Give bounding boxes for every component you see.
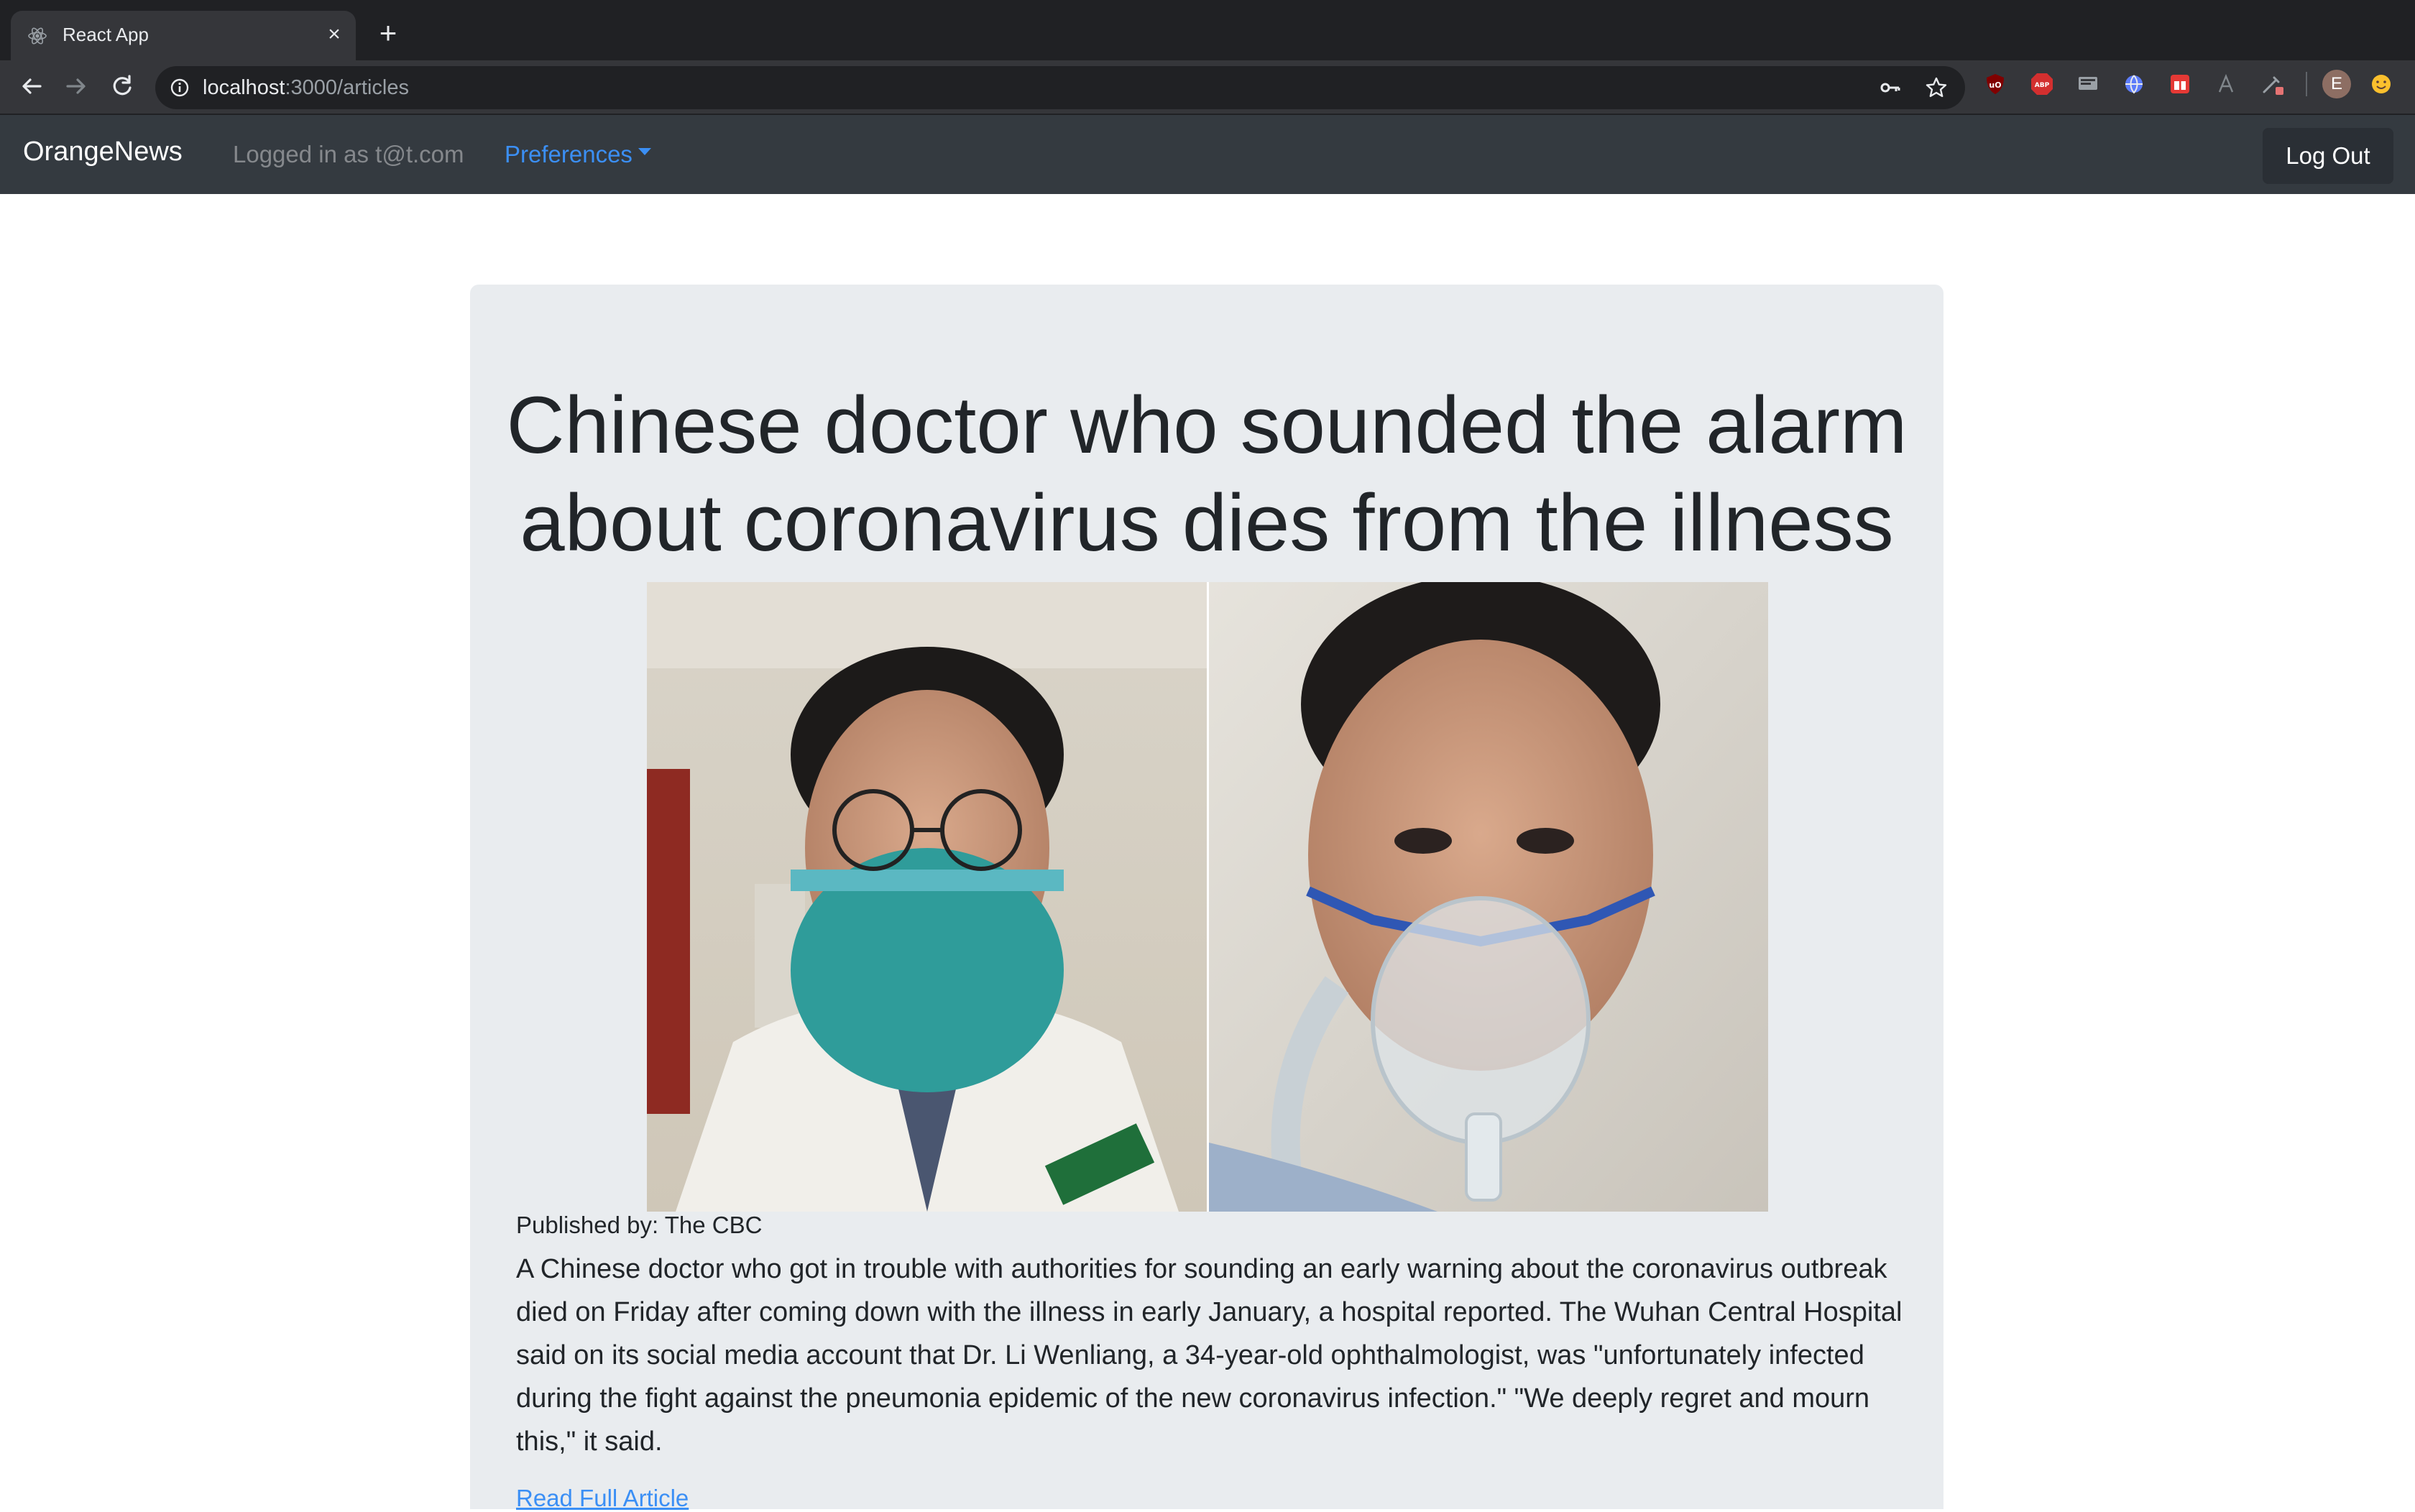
gift-extension-icon[interactable] xyxy=(2168,72,2192,96)
address-bar[interactable]: localhost:3000/articles xyxy=(155,66,1965,109)
logged-in-status: Logged in as t@t.com xyxy=(233,141,464,167)
browser-toolbar: localhost:3000/articles uO ABP E xyxy=(0,60,2415,115)
svg-text:ABP: ABP xyxy=(2035,82,2050,89)
url-path: :3000/articles xyxy=(285,76,409,99)
forward-arrow-icon[interactable] xyxy=(60,70,92,102)
translate-extension-icon[interactable] xyxy=(2214,72,2238,96)
logout-button[interactable]: Log Out xyxy=(2263,128,2393,184)
caret-down-icon xyxy=(638,148,651,156)
article-summary: A Chinese doctor who got in trouble with… xyxy=(516,1254,1903,1457)
back-arrow-icon[interactable] xyxy=(16,70,47,102)
article-card: Chinese doctor who sounded the alarm abo… xyxy=(470,285,1944,1512)
brand-logo[interactable]: OrangeNews xyxy=(23,137,183,167)
tab-close-icon[interactable]: × xyxy=(321,22,347,47)
article-publisher: Published by: The CBC xyxy=(516,1212,763,1238)
ublock-extension-icon[interactable]: uO xyxy=(1983,72,2007,96)
browser-tab-strip: React App × + xyxy=(0,0,2415,60)
article-photo xyxy=(647,582,1768,1212)
key-icon[interactable] xyxy=(1879,76,1902,99)
read-full-article-link[interactable]: Read Full Article xyxy=(516,1485,689,1512)
screen-extension-icon[interactable] xyxy=(2076,72,2100,96)
bookmark-star-icon[interactable] xyxy=(1925,76,1948,99)
site-info-icon[interactable] xyxy=(170,78,190,98)
profile-initial: E xyxy=(2330,74,2342,93)
emoji-extension-icon[interactable] xyxy=(2369,72,2393,96)
globe-extension-icon[interactable] xyxy=(2122,72,2146,96)
adblock-plus-extension-icon[interactable]: ABP xyxy=(2030,72,2054,96)
app-navbar: OrangeNews Logged in as t@t.com Preferen… xyxy=(0,115,2415,194)
preferences-label: Preferences xyxy=(505,141,632,167)
eyedropper-extension-icon[interactable] xyxy=(2260,72,2284,96)
tab-title: React App xyxy=(63,24,149,45)
new-tab-icon[interactable]: + xyxy=(372,18,404,50)
browser-tab[interactable]: React App × xyxy=(11,11,356,60)
reload-icon[interactable] xyxy=(106,70,138,102)
svg-text:uO: uO xyxy=(1989,80,2001,90)
toolbar-divider xyxy=(2306,72,2307,96)
url-text[interactable]: localhost:3000/articles xyxy=(203,76,409,100)
preferences-dropdown[interactable]: Preferences xyxy=(505,141,651,168)
react-icon xyxy=(28,27,47,45)
article-title: Chinese doctor who sounded the alarm abo… xyxy=(506,380,1908,568)
url-host: localhost xyxy=(203,76,285,99)
